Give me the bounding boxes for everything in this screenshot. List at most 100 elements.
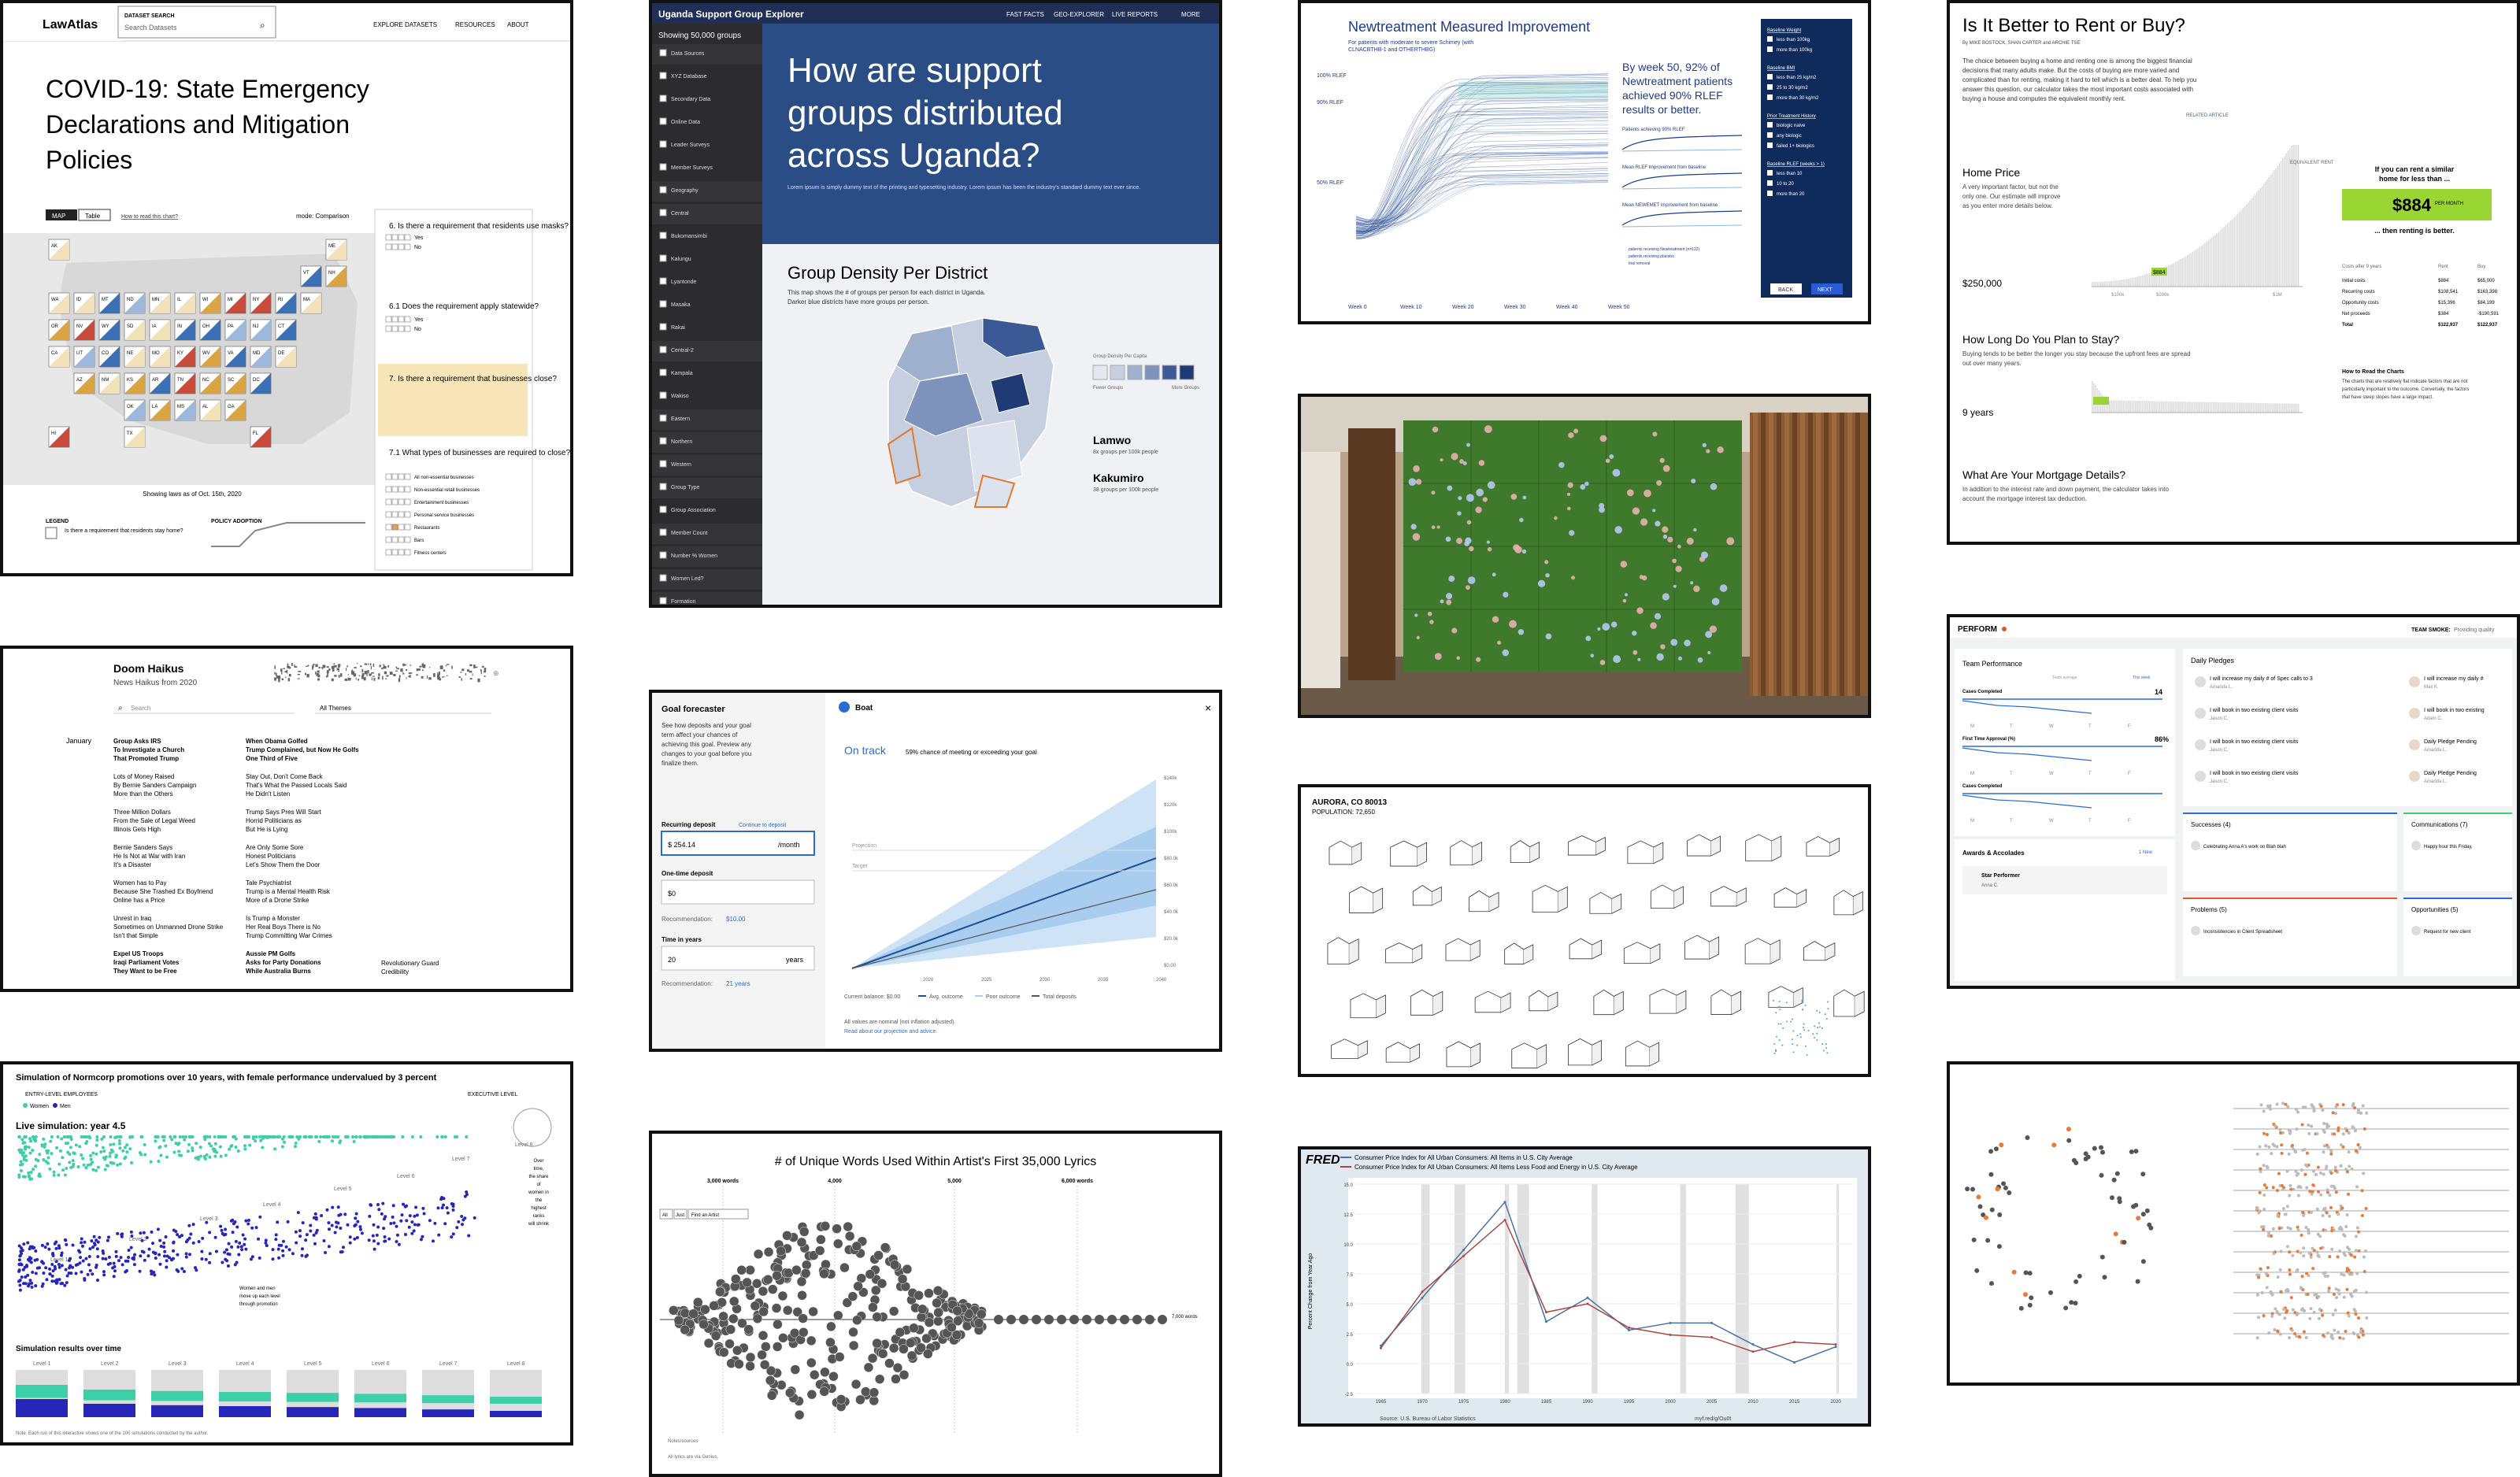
business-checkbox[interactable] <box>398 524 405 531</box>
sidebar-checkbox[interactable] <box>659 254 667 262</box>
fred-logo[interactable]: FRED <box>1306 1153 1340 1167</box>
artist-bubble[interactable] <box>799 1327 809 1338</box>
answer-checkbox[interactable] <box>398 325 405 332</box>
artist-bubble[interactable] <box>771 1303 782 1313</box>
answer-checkbox[interactable] <box>398 243 405 250</box>
artist-bubble[interactable] <box>728 1296 739 1307</box>
artist-bubble[interactable] <box>895 1327 906 1338</box>
search-icon[interactable]: ⌕ <box>260 20 265 31</box>
answer-checkbox[interactable] <box>391 234 398 241</box>
artist-bubble[interactable] <box>932 1286 943 1296</box>
artist-bubble[interactable] <box>976 1309 987 1320</box>
business-checkbox[interactable] <box>391 511 398 518</box>
artist-bubble[interactable] <box>759 1360 770 1370</box>
sidebar-checkbox[interactable] <box>659 551 667 559</box>
artist-bubble[interactable] <box>880 1242 891 1253</box>
filter-checkbox[interactable] <box>1767 46 1773 52</box>
artist-bubble[interactable] <box>867 1353 878 1364</box>
artist-bubble[interactable] <box>884 1358 895 1368</box>
nav-live-reports[interactable]: LIVE REPORTS <box>1112 11 1158 18</box>
sidebar-checkbox[interactable] <box>659 231 667 239</box>
answer-checkbox[interactable] <box>391 316 398 323</box>
artist-bubble[interactable] <box>734 1359 744 1369</box>
answer-checkbox[interactable] <box>391 243 398 250</box>
artist-bubble[interactable] <box>762 1274 773 1285</box>
artist-bubble[interactable] <box>763 1246 774 1257</box>
artist-bubble[interactable] <box>710 1331 721 1341</box>
stay-curve[interactable] <box>2092 381 2303 413</box>
artist-bubble[interactable] <box>800 1268 811 1279</box>
artist-bubble[interactable] <box>872 1338 882 1349</box>
artist-bubble[interactable] <box>767 1284 778 1294</box>
fred-link[interactable]: myf.red/g/Ou0t <box>1695 1416 1731 1422</box>
filter-checkbox[interactable] <box>1767 180 1773 186</box>
artist-bubble[interactable] <box>863 1362 874 1373</box>
sidebar-row[interactable] <box>652 387 762 407</box>
business-checkbox[interactable] <box>404 486 411 493</box>
business-checkbox[interactable] <box>398 511 405 518</box>
artist-bubble[interactable] <box>782 1305 793 1316</box>
artist-bubble[interactable] <box>700 1305 710 1315</box>
business-checkbox[interactable] <box>385 511 392 518</box>
filter-checkbox[interactable] <box>1767 143 1773 148</box>
artist-bubble[interactable] <box>743 1324 754 1334</box>
artist-bubble[interactable] <box>1107 1315 1117 1324</box>
artist-bubble[interactable] <box>872 1312 882 1322</box>
artist-bubble[interactable] <box>820 1367 830 1378</box>
haiku-search[interactable]: Search <box>131 705 150 712</box>
artist-bubble[interactable] <box>1132 1315 1142 1324</box>
price-curve[interactable]: $100k $200k $1M <box>2092 145 2303 298</box>
artist-bubble[interactable] <box>680 1324 690 1335</box>
artist-bubble[interactable] <box>899 1344 909 1354</box>
sidebar-checkbox[interactable] <box>659 574 667 582</box>
sidebar-row[interactable] <box>652 295 762 316</box>
answer-checkbox[interactable] <box>398 234 405 241</box>
artist-bubble[interactable] <box>873 1250 884 1260</box>
artist-bubble[interactable] <box>952 1305 962 1316</box>
artist-bubble[interactable] <box>819 1268 829 1279</box>
artist-bubble[interactable] <box>1032 1315 1041 1324</box>
artist-bubble[interactable] <box>826 1321 836 1332</box>
sidebar-checkbox[interactable] <box>659 391 667 399</box>
artist-bubble[interactable] <box>909 1323 919 1333</box>
filter-checkbox[interactable] <box>1767 122 1773 128</box>
artist-bubble[interactable] <box>874 1374 885 1384</box>
artist-bubble[interactable] <box>973 1318 984 1328</box>
artist-bubble[interactable] <box>914 1290 924 1301</box>
notes-link[interactable]: Notes/sources <box>668 1439 698 1444</box>
artist-bubble[interactable] <box>832 1223 842 1234</box>
artist-bubbles[interactable] <box>669 1221 1167 1420</box>
artist-bubble[interactable] <box>732 1345 743 1356</box>
read-link[interactable]: Read about our projection and advice. <box>844 1029 937 1035</box>
dataset-search-input[interactable] <box>117 6 276 39</box>
sidebar-row[interactable] <box>652 204 762 224</box>
business-checkbox[interactable] <box>398 549 405 556</box>
sidebar-row[interactable] <box>652 181 762 202</box>
business-checkbox[interactable] <box>385 536 392 543</box>
business-checkbox[interactable] <box>385 524 392 531</box>
answer-checkbox[interactable] <box>404 325 411 332</box>
artist-bubble[interactable] <box>798 1313 808 1323</box>
business-checkbox[interactable] <box>391 498 398 505</box>
sidebar-row[interactable] <box>652 592 762 605</box>
artist-bubble[interactable] <box>814 1246 825 1256</box>
business-checkbox[interactable] <box>391 473 398 480</box>
sidebar-checkbox[interactable] <box>659 323 667 331</box>
artist-bubble[interactable] <box>790 1364 801 1375</box>
stay-marker[interactable] <box>2093 397 2109 405</box>
help-icon[interactable]: ⊕ <box>493 669 499 677</box>
business-checkbox[interactable] <box>391 524 398 531</box>
sidebar-checkbox[interactable] <box>659 163 667 171</box>
artist-bubble[interactable] <box>861 1386 871 1397</box>
sidebar-checkbox[interactable] <box>659 300 667 308</box>
sidebar-checkbox[interactable] <box>659 597 667 605</box>
business-checkbox[interactable] <box>385 549 392 556</box>
artist-bubble[interactable] <box>758 1286 769 1297</box>
business-checkbox[interactable] <box>398 486 405 493</box>
business-checkbox[interactable] <box>404 536 411 543</box>
artist-bubble[interactable] <box>924 1288 934 1298</box>
business-checkbox[interactable] <box>398 536 405 543</box>
artist-bubble[interactable] <box>917 1304 928 1315</box>
artist-bubble[interactable] <box>806 1389 817 1400</box>
business-checkbox[interactable] <box>404 549 411 556</box>
